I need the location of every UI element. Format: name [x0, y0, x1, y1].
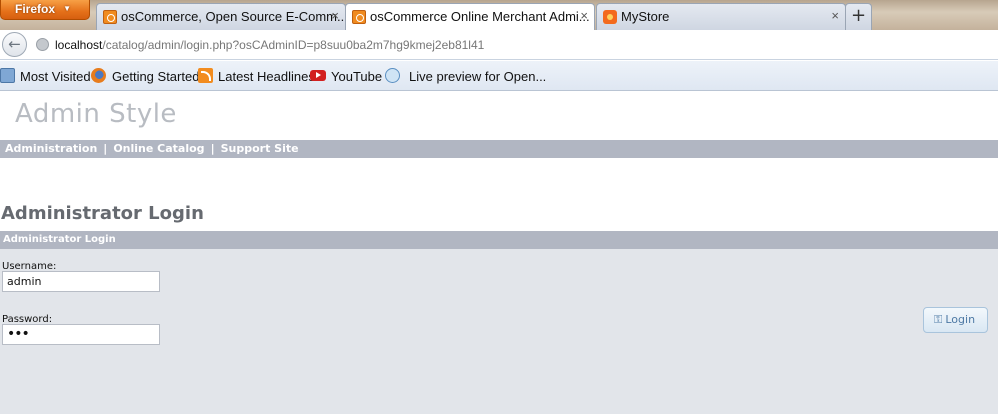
page-title: Administrator Login [1, 203, 204, 224]
back-arrow-icon: ← [8, 35, 21, 53]
login-panel: Username: admin Password: ••• [0, 249, 998, 414]
store-favicon-icon [603, 10, 617, 24]
bookmark-youtube[interactable]: YouTube [331, 69, 382, 84]
oscommerce-favicon-icon [103, 10, 117, 24]
youtube-icon [310, 70, 326, 81]
nav-separator: | [210, 142, 215, 155]
close-tab-icon[interactable]: × [331, 8, 339, 23]
tab-oscommerce-admin[interactable]: osCommerce Online Merchant Admi... × [345, 3, 595, 31]
most-visited-icon [0, 68, 15, 83]
tab-title: MyStore [621, 9, 670, 24]
oscommerce-favicon-icon [352, 10, 366, 24]
nav-online-catalog-link[interactable]: Online Catalog [113, 142, 204, 155]
live-preview-icon [385, 68, 400, 83]
page-content: Admin Style Administration | Online Catalo… [0, 92, 998, 414]
username-field[interactable]: admin [2, 271, 160, 292]
chevron-down-icon: ▼ [63, 4, 71, 13]
browser-titlebar: Firefox ▼ osCommerce, Open Source E-Comm… [0, 0, 998, 31]
firefox-menu-button[interactable]: Firefox ▼ [0, 0, 90, 20]
close-tab-icon[interactable]: × [580, 8, 588, 23]
tab-oscommerce-site[interactable]: osCommerce, Open Source E-Comm... × [96, 3, 346, 30]
login-button-label: Login [945, 313, 976, 326]
rss-icon [198, 68, 213, 83]
new-tab-button[interactable]: + [845, 3, 872, 30]
key-icon: ⚿ [934, 313, 943, 326]
admin-top-nav: Administration | Online Catalog | Support Si… [0, 140, 998, 158]
bookmark-latest-headlines[interactable]: Latest Headlines [218, 69, 315, 84]
login-panel-header: Administrator Login [0, 231, 998, 249]
firefox-menu-label: Firefox [15, 2, 56, 16]
url-field[interactable]: localhost/catalog/admin/login.php?osCAdm… [55, 38, 484, 52]
close-tab-icon[interactable]: × [831, 8, 839, 23]
tab-title: osCommerce Online Merchant Admi... [370, 9, 590, 24]
url-host: localhost [55, 38, 103, 52]
site-identity-icon[interactable] [36, 38, 49, 51]
bookmarks-toolbar: Most Visited Getting Started Latest Head… [0, 61, 998, 91]
url-path: /catalog/admin/login.php?osCAdminID=p8su… [102, 38, 485, 52]
login-button[interactable]: ⚿ Login [923, 307, 988, 333]
password-field[interactable]: ••• [2, 324, 160, 345]
nav-separator: | [103, 142, 108, 155]
tab-title: osCommerce, Open Source E-Comm... [121, 9, 346, 24]
admin-logo[interactable]: Admin Style [15, 99, 177, 129]
navigation-bar: ← localhost/catalog/admin/login.php?osCA… [0, 30, 998, 60]
bookmark-getting-started[interactable]: Getting Started [112, 69, 199, 84]
bookmark-live-preview[interactable]: Live preview for Open... [409, 69, 546, 84]
tab-mystore[interactable]: MyStore × [596, 3, 846, 30]
firefox-icon [91, 68, 106, 83]
password-mask: ••• [7, 326, 30, 342]
nav-support-site-link[interactable]: Support Site [221, 142, 299, 155]
nav-administration-link[interactable]: Administration [5, 142, 97, 155]
back-button[interactable]: ← [2, 32, 27, 57]
bookmark-most-visited[interactable]: Most Visited [20, 69, 91, 84]
